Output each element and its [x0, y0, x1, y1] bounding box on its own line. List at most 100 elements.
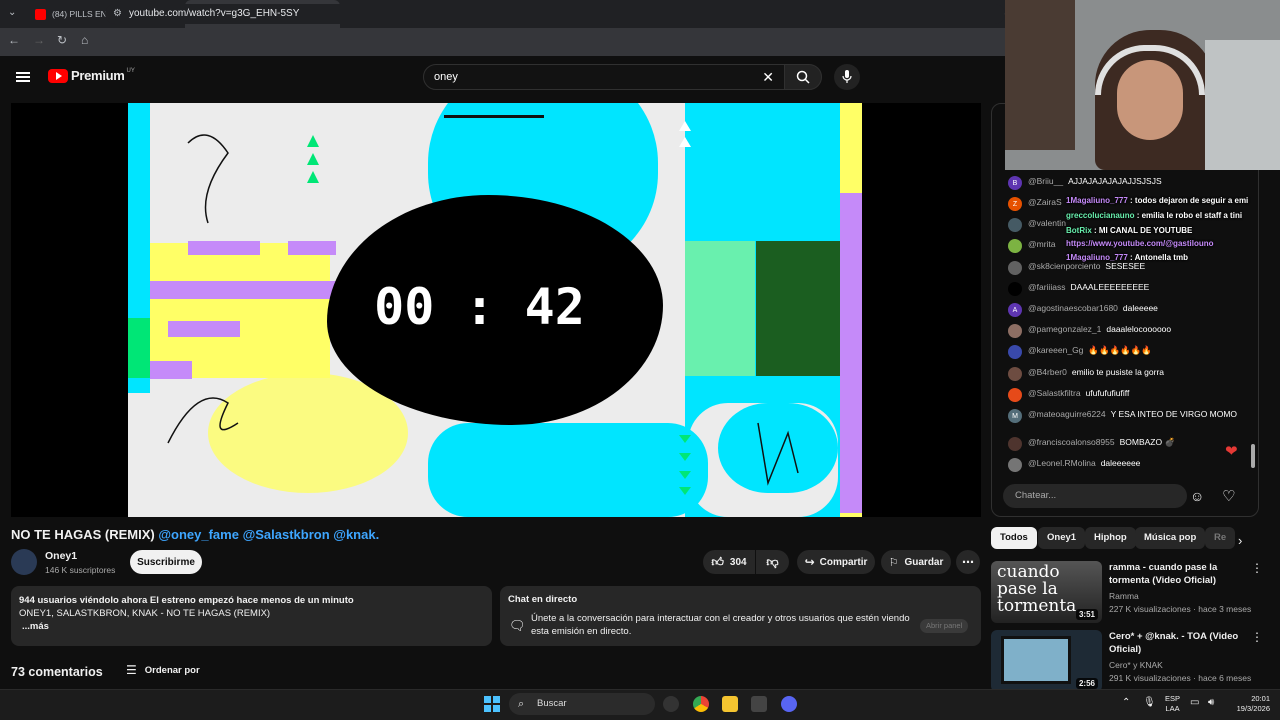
chat-author[interactable]: @franciscoalonso8955	[1028, 437, 1115, 447]
recommendation-title[interactable]: ramma - cuando pase la tormenta (Video O…	[1109, 561, 1249, 587]
chat-scrollbar[interactable]	[1251, 444, 1255, 468]
chips-next-icon[interactable]: ›	[1238, 533, 1242, 548]
recommendation-meta: 227 K visualizaciones · hace 3 meses	[1109, 604, 1252, 614]
windows-start-icon[interactable]	[484, 696, 500, 712]
chat-avatar[interactable]: Z	[1008, 197, 1022, 211]
tab-favicon-icon	[35, 8, 46, 20]
chat-avatar[interactable]	[1008, 367, 1022, 381]
chat-avatar[interactable]: A	[1008, 303, 1022, 317]
voice-search-button[interactable]	[834, 64, 860, 90]
recommendation-channel[interactable]: Cero* y KNAK	[1109, 659, 1163, 671]
recommendation-item[interactable]: cuando pase la tormenta 3:51 ramma - cua…	[991, 561, 1271, 623]
search-input[interactable]: oney ✕	[423, 64, 785, 90]
home-icon[interactable]: ⌂	[81, 33, 88, 47]
tray-language[interactable]: ESP LAA	[1165, 694, 1180, 714]
save-button[interactable]: ⚐ Guardar	[881, 550, 951, 574]
tray-mic-icon[interactable]: 🎙︎	[1143, 697, 1156, 708]
recommendation-item[interactable]: 2:56 Cero* + @knak. - TOA (Video Oficial…	[991, 630, 1271, 692]
open-panel-button[interactable]: Abrir panel	[920, 619, 969, 633]
chat-text: Y ESA INTEO DE VIRGO MOMO	[1110, 409, 1238, 419]
search-button[interactable]	[784, 64, 822, 90]
chrome-app-icon[interactable]	[693, 696, 709, 712]
chat-avatar[interactable]	[1008, 239, 1022, 253]
tray-lang-2: LAA	[1165, 704, 1180, 713]
recommendation-channel[interactable]: Ramma	[1109, 590, 1139, 602]
chat-avatar[interactable]	[1008, 324, 1022, 338]
chat-author[interactable]: @sk8cienporciento	[1028, 261, 1100, 271]
reload-icon[interactable]: ↻	[57, 33, 67, 47]
menu-icon[interactable]	[16, 70, 30, 84]
tray-clock[interactable]: 20:01 19/3/2026	[1226, 694, 1270, 714]
description-box[interactable]: 944 usuarios viéndolo ahora El estreno e…	[11, 586, 492, 646]
taskbar-search[interactable]: ⌕ Buscar	[509, 693, 655, 715]
chat-author[interactable]: @ZairaS	[1028, 197, 1062, 207]
chat-author[interactable]: @Salastkfiltra	[1028, 388, 1081, 398]
chat-avatar[interactable]	[1008, 458, 1022, 472]
channel-avatar[interactable]	[11, 549, 37, 575]
chat-author[interactable]: @mateoaguirre6224	[1028, 409, 1106, 419]
chat-author[interactable]: @valentin	[1028, 218, 1066, 228]
youtube-logo[interactable]: Premium UY	[48, 68, 135, 83]
subscribe-button[interactable]: Suscribirme	[130, 550, 202, 574]
chat-avatar[interactable]: M	[1008, 409, 1022, 423]
chat-message: @kareeen_Gg 🔥🔥🔥🔥🔥🔥	[1008, 345, 1248, 359]
filter-chip[interactable]: Todos	[991, 527, 1037, 549]
chat-avatar[interactable]: B	[1008, 176, 1022, 190]
chat-avatar[interactable]	[1008, 261, 1022, 275]
overlay-chat-line: BotRix : MI CANAL DE YOUTUBE	[1066, 226, 1192, 235]
address-bar[interactable]: ⚙ youtube.com/watch?v=g3G_EHN-5SY	[105, 4, 1005, 24]
chat-author[interactable]: @B4rber0	[1028, 367, 1067, 377]
taskbar-search-icon: ⌕	[518, 698, 525, 710]
channel-name[interactable]: Oney1	[45, 550, 77, 562]
tray-volume-icon[interactable]: 🔊︎	[1208, 697, 1214, 708]
filter-chip[interactable]: Música pop	[1135, 527, 1206, 549]
forward-icon[interactable]: →	[33, 33, 45, 47]
sort-button[interactable]: ☰ Ordenar por	[126, 663, 200, 677]
recommendation-thumbnail[interactable]: 2:56	[991, 630, 1102, 692]
filter-chip[interactable]: Re	[1205, 527, 1235, 549]
site-info-icon[interactable]: ⚙	[113, 4, 122, 24]
chat-text: BOMBAZO 💣	[1119, 437, 1176, 447]
chat-author[interactable]: @agostinaescobar1680	[1028, 303, 1118, 313]
chat-avatar[interactable]	[1008, 282, 1022, 296]
overlay-chat-user: 1Magaliuno_777	[1066, 253, 1128, 262]
dislike-button[interactable]: 👎︎	[756, 550, 789, 574]
filter-chip[interactable]: Hiphop	[1085, 527, 1136, 549]
chat-text: ufufufufiufiff	[1085, 388, 1130, 398]
emoji-icon[interactable]: ☺	[1190, 488, 1204, 504]
tab-search-chevron-icon[interactable]: ⌄	[8, 7, 16, 18]
recommendation-thumbnail[interactable]: cuando pase la tormenta 3:51	[991, 561, 1102, 623]
chat-author[interactable]: @Leonel.RMolina	[1028, 458, 1096, 468]
video-frame[interactable]: 00 : 42	[128, 103, 862, 517]
file-explorer-icon[interactable]	[722, 696, 738, 712]
overlay-chat-user: greccolucianauno	[1066, 211, 1135, 220]
obs-app-icon[interactable]	[663, 696, 679, 712]
chat-avatar[interactable]	[1008, 437, 1022, 451]
tray-chevron-icon[interactable]: ⌃	[1122, 697, 1130, 708]
chat-author[interactable]: @pamegonzalez_1	[1028, 324, 1101, 334]
chat-author[interactable]: @Briiu__	[1028, 176, 1063, 186]
chat-input[interactable]: Chatear...	[1003, 484, 1187, 508]
chat-avatar[interactable]	[1008, 388, 1022, 402]
description-more-link[interactable]: ...más	[22, 620, 484, 633]
share-button[interactable]: ↪ Compartir	[797, 550, 875, 574]
like-button[interactable]: 👍︎ 304	[703, 550, 755, 574]
back-icon[interactable]: ←	[8, 33, 20, 47]
chat-author[interactable]: @kareeen_Gg	[1028, 345, 1083, 355]
video-title-tags[interactable]: @oney_fame @Salastkbron @knak.	[158, 527, 379, 542]
recommendation-menu-icon[interactable]: ⋮	[1251, 630, 1263, 644]
chat-avatar[interactable]	[1008, 218, 1022, 232]
filter-chip[interactable]: Oney1	[1038, 527, 1086, 549]
recommendation-menu-icon[interactable]: ⋮	[1251, 561, 1263, 575]
app-icon[interactable]	[751, 696, 767, 712]
recommendation-title[interactable]: Cero* + @knak. - TOA (Video Oficial)	[1109, 630, 1249, 656]
tray-network-icon[interactable]: ▭	[1190, 697, 1199, 708]
more-actions-button[interactable]: ⋯	[956, 550, 980, 574]
heart-icon[interactable]: ♡	[1222, 487, 1235, 505]
chat-author[interactable]: @mrita	[1028, 239, 1056, 249]
sort-icon: ☰	[126, 663, 137, 677]
chat-author[interactable]: @fariiiass	[1028, 282, 1065, 292]
discord-app-icon[interactable]	[781, 696, 797, 712]
clear-search-icon[interactable]: ✕	[762, 65, 774, 89]
chat-avatar[interactable]	[1008, 345, 1022, 359]
